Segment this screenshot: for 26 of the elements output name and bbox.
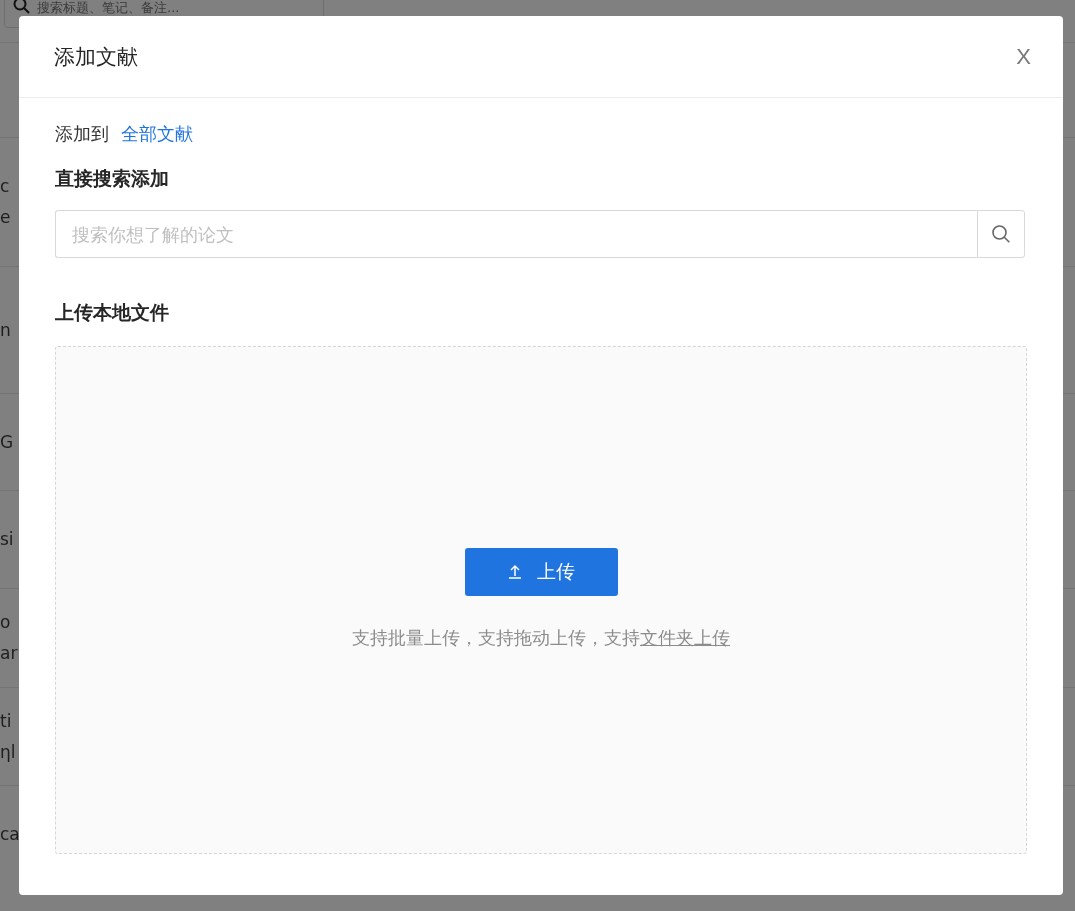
dialog-title: 添加文献 (54, 43, 138, 71)
search-icon (13, 0, 31, 15)
search-placeholder: 搜索标题、笔记、备注... (37, 0, 180, 15)
list-item-text: ca (0, 823, 20, 846)
list-item-text: ar (0, 642, 18, 665)
list-item-text: ηl (0, 740, 16, 764)
list-item-text: o (0, 611, 11, 634)
upload-icon (507, 564, 523, 580)
search-button[interactable] (977, 210, 1025, 258)
list-item-text: n (0, 318, 11, 342)
upload-dropzone[interactable]: 上传 支持批量上传，支持拖动上传，支持文件夹上传 (55, 346, 1027, 854)
upload-hint: 支持批量上传，支持拖动上传，支持文件夹上传 (352, 626, 730, 650)
folder-upload-link[interactable]: 文件夹上传 (640, 627, 730, 648)
list-item-text: c (0, 175, 10, 198)
list-item-text: e (0, 206, 11, 229)
upload-button[interactable]: 上传 (464, 548, 618, 596)
search-icon (991, 224, 1011, 244)
target-label: 添加到 (55, 122, 109, 146)
target-link[interactable]: 全部文献 (121, 122, 193, 146)
paper-search-field[interactable]: 搜索你想了解的论文 (55, 210, 977, 258)
close-button[interactable]: X (1016, 43, 1031, 70)
section-heading: 上传本地文件 (55, 300, 170, 325)
list-item-text: si (0, 528, 14, 551)
section-heading: 直接搜索添加 (55, 166, 170, 191)
list-item-text: G (0, 430, 14, 454)
list-item-text: ti (0, 709, 12, 733)
